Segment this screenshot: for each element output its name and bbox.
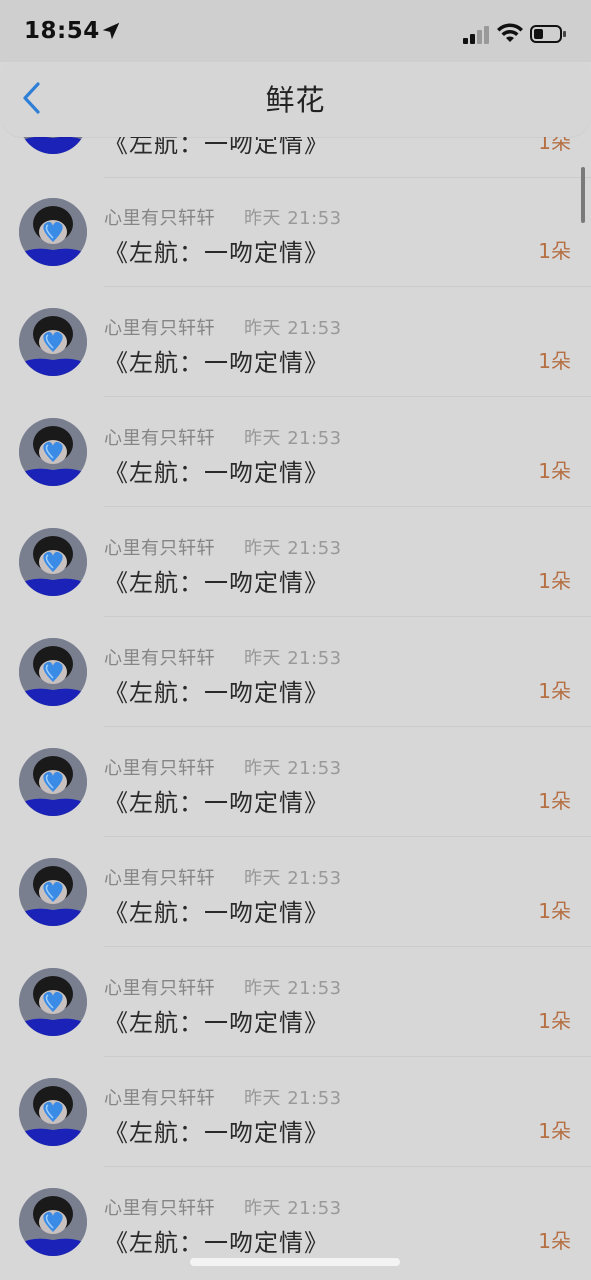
list-item[interactable]: 心里有只轩轩 昨天 21:53 《左航：一吻定情》 1朵: [0, 299, 591, 409]
avatar-image: [19, 308, 87, 376]
gift-name: 《左航：一吻定情》: [104, 1119, 329, 1147]
sent-time: 昨天 21:53: [244, 1198, 342, 1219]
location-arrow-icon: [102, 22, 120, 40]
avatar[interactable]: [19, 1078, 87, 1146]
sender-name: 心里有只轩轩: [104, 1088, 215, 1109]
home-indicator[interactable]: [190, 1258, 400, 1266]
row-divider: [104, 396, 591, 397]
sent-time: 昨天 21:53: [244, 538, 342, 559]
avatar-image: [19, 968, 87, 1036]
avatar[interactable]: [19, 198, 87, 266]
cellular-signal-icon: [463, 26, 489, 44]
gift-count: 1朵: [538, 1119, 571, 1143]
gift-name: 《左航：一吻定情》: [104, 569, 329, 597]
row-divider: [104, 1056, 591, 1057]
sender-name: 心里有只轩轩: [104, 538, 215, 559]
sender-name: 心里有只轩轩: [104, 978, 215, 999]
gift-name: 《左航：一吻定情》: [104, 239, 329, 267]
list-item[interactable]: 心里有只轩轩 昨天 21:53 《左航：一吻定情》 1朵: [0, 959, 591, 1069]
status-bar: 18:54: [0, 0, 591, 62]
sender-name: 心里有只轩轩: [104, 758, 215, 779]
row-divider: [104, 836, 591, 837]
avatar-image: [19, 1188, 87, 1256]
list-item[interactable]: 心里有只轩轩 昨天 21:53 《左航：一吻定情》 1朵: [0, 739, 591, 849]
row-divider: [104, 946, 591, 947]
row-divider: [104, 616, 591, 617]
gift-name: 《左航：一吻定情》: [104, 459, 329, 487]
sender-name: 心里有只轩轩: [104, 208, 215, 229]
avatar-image: [19, 418, 87, 486]
avatar[interactable]: [19, 528, 87, 596]
gift-name: 《左航：一吻定情》: [104, 1229, 329, 1257]
gift-count: 1朵: [538, 569, 571, 593]
list-item[interactable]: 心里有只轩轩 昨天 21:53 《左航：一吻定情》 1朵: [0, 189, 591, 299]
gift-count: 1朵: [538, 789, 571, 813]
avatar-image: [19, 858, 87, 926]
sent-time: 昨天 21:53: [244, 758, 342, 779]
avatar[interactable]: [19, 968, 87, 1036]
row-divider: [104, 177, 591, 178]
sender-name: 心里有只轩轩: [104, 648, 215, 669]
screen: 18:54 鲜花 《左航：一吻定情》 1朵 心里有只轩轩 昨天 21:53 《左…: [0, 0, 591, 1280]
sent-time: 昨天 21:53: [244, 978, 342, 999]
flower-record-list: 《左航：一吻定情》 1朵 心里有只轩轩 昨天 21:53 《左航：一吻定情》 1…: [0, 0, 591, 1280]
status-time: 18:54: [24, 18, 100, 44]
avatar[interactable]: [19, 638, 87, 706]
avatar[interactable]: [19, 1188, 87, 1256]
gift-count: 1朵: [538, 899, 571, 923]
navigation-bar: 鲜花: [0, 57, 591, 137]
row-divider: [104, 1166, 591, 1167]
sent-time: 昨天 21:53: [244, 318, 342, 339]
sent-time: 昨天 21:53: [244, 868, 342, 889]
gift-count: 1朵: [538, 1229, 571, 1253]
sent-time: 昨天 21:53: [244, 1088, 342, 1109]
sender-name: 心里有只轩轩: [104, 1198, 215, 1219]
avatar-image: [19, 198, 87, 266]
row-divider: [104, 726, 591, 727]
list-item[interactable]: 心里有只轩轩 昨天 21:53 《左航：一吻定情》 1朵: [0, 629, 591, 739]
gift-count: 1朵: [538, 239, 571, 263]
avatar-image: [19, 748, 87, 816]
gift-name: 《左航：一吻定情》: [104, 349, 329, 377]
gift-name: 《左航：一吻定情》: [104, 789, 329, 817]
avatar-image: [19, 528, 87, 596]
sender-name: 心里有只轩轩: [104, 868, 215, 889]
avatar-image: [19, 1078, 87, 1146]
gift-count: 1朵: [538, 1009, 571, 1033]
row-divider: [104, 286, 591, 287]
avatar-image: [19, 638, 87, 706]
avatar[interactable]: [19, 308, 87, 376]
sent-time: 昨天 21:53: [244, 208, 342, 229]
wifi-icon: [497, 23, 523, 42]
list-item[interactable]: 心里有只轩轩 昨天 21:53 《左航：一吻定情》 1朵: [0, 409, 591, 519]
row-divider: [104, 506, 591, 507]
gift-count: 1朵: [538, 349, 571, 373]
page-title: 鲜花: [265, 83, 326, 117]
avatar[interactable]: [19, 748, 87, 816]
gift-name: 《左航：一吻定情》: [104, 679, 329, 707]
avatar[interactable]: [19, 418, 87, 486]
sender-name: 心里有只轩轩: [104, 428, 215, 449]
gift-name: 《左航：一吻定情》: [104, 1009, 329, 1037]
list-item[interactable]: 心里有只轩轩 昨天 21:53 《左航：一吻定情》 1朵: [0, 849, 591, 959]
scrollbar-thumb[interactable]: [581, 167, 585, 223]
list-item[interactable]: 心里有只轩轩 昨天 21:53 《左航：一吻定情》 1朵: [0, 1069, 591, 1179]
sender-name: 心里有只轩轩: [104, 318, 215, 339]
gift-count: 1朵: [538, 459, 571, 483]
gift-name: 《左航：一吻定情》: [104, 899, 329, 927]
battery-icon: [530, 25, 566, 43]
sent-time: 昨天 21:53: [244, 428, 342, 449]
gift-count: 1朵: [538, 679, 571, 703]
list-item[interactable]: 心里有只轩轩 昨天 21:53 《左航：一吻定情》 1朵: [0, 519, 591, 629]
avatar[interactable]: [19, 858, 87, 926]
sent-time: 昨天 21:53: [244, 648, 342, 669]
